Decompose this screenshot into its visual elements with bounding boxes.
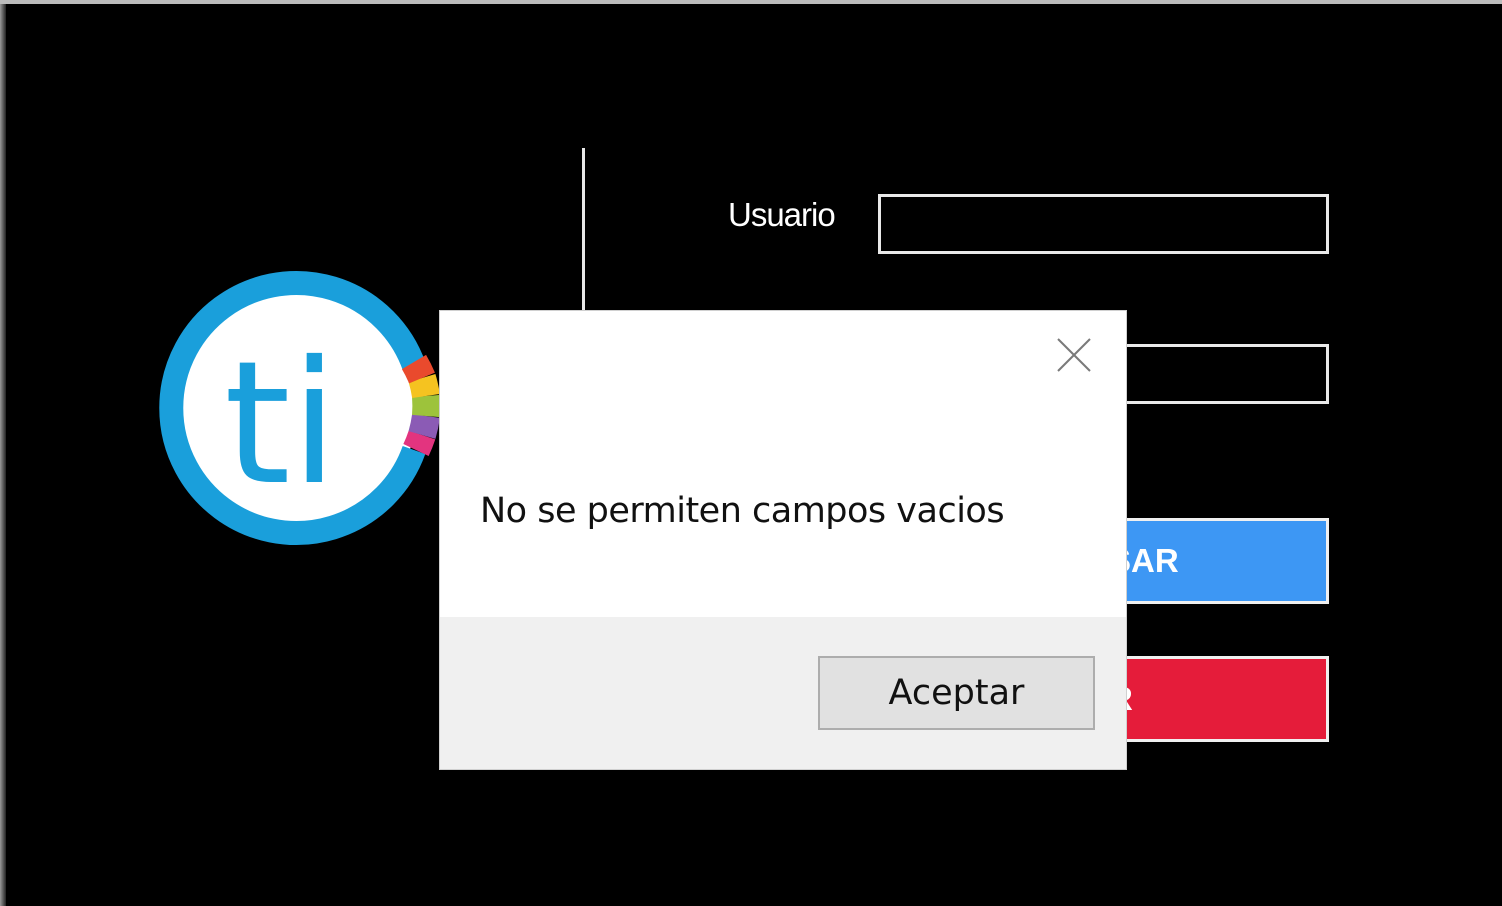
window-frame-left [0, 0, 6, 906]
usuario-input[interactable] [878, 194, 1329, 254]
window-frame-top [0, 0, 1502, 4]
usuario-label: Usuario [728, 196, 836, 233]
vertical-divider [582, 148, 585, 318]
svg-text:ti: ti [224, 325, 338, 523]
dialog-message: No se permiten campos vacios [480, 491, 1005, 531]
message-dialog: No se permiten campos vacios Aceptar [440, 311, 1126, 769]
ti-logo: ti [159, 271, 441, 545]
aceptar-button[interactable]: Aceptar [818, 656, 1095, 730]
close-icon[interactable] [1054, 335, 1094, 375]
